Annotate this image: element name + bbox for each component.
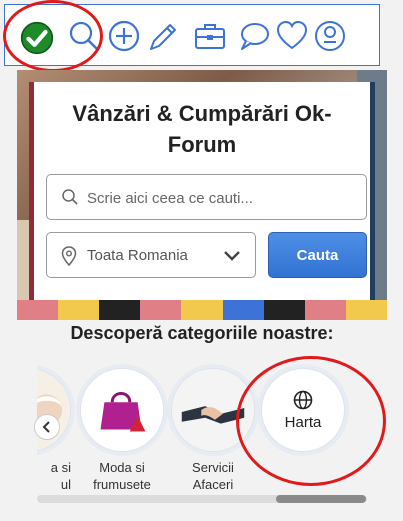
page-title: Vânzări & Cumpărări Ok-Forum bbox=[72, 101, 332, 157]
color-stripe bbox=[17, 300, 387, 320]
profile-icon[interactable] bbox=[311, 17, 349, 55]
search-icon bbox=[62, 189, 78, 205]
category-label: a si ul bbox=[50, 460, 71, 490]
category-label: Moda si frumusete bbox=[93, 460, 151, 490]
location-pin-icon bbox=[61, 246, 77, 266]
category-image bbox=[80, 368, 164, 452]
category-label: Servicii Afaceri bbox=[192, 460, 234, 490]
briefcase-icon[interactable] bbox=[191, 17, 229, 55]
search-input[interactable] bbox=[87, 185, 357, 211]
chat-icon[interactable] bbox=[235, 17, 273, 55]
annotation-circle-harta bbox=[236, 356, 386, 486]
carousel-prev-button[interactable] bbox=[34, 414, 60, 440]
heart-icon[interactable] bbox=[273, 17, 311, 55]
pencil-icon[interactable] bbox=[143, 17, 181, 55]
plus-icon[interactable] bbox=[105, 17, 143, 55]
categories-title: Descoperă categoriile noastre: bbox=[70, 323, 334, 343]
search-button[interactable]: Cauta bbox=[268, 232, 367, 278]
location-value: Toata Romania bbox=[87, 247, 188, 264]
location-select[interactable]: Toata Romania bbox=[46, 232, 256, 278]
chevron-left-icon bbox=[42, 421, 50, 433]
annotation-circle-check bbox=[3, 0, 103, 72]
category-item[interactable]: Moda si frumusete bbox=[78, 368, 166, 490]
chevron-down-icon bbox=[224, 251, 240, 261]
carousel-scrollbar-thumb[interactable] bbox=[276, 495, 366, 503]
search-field[interactable] bbox=[46, 174, 367, 220]
search-card: Vânzări & Cumpărări Ok-Forum Toata Roman… bbox=[29, 82, 375, 300]
